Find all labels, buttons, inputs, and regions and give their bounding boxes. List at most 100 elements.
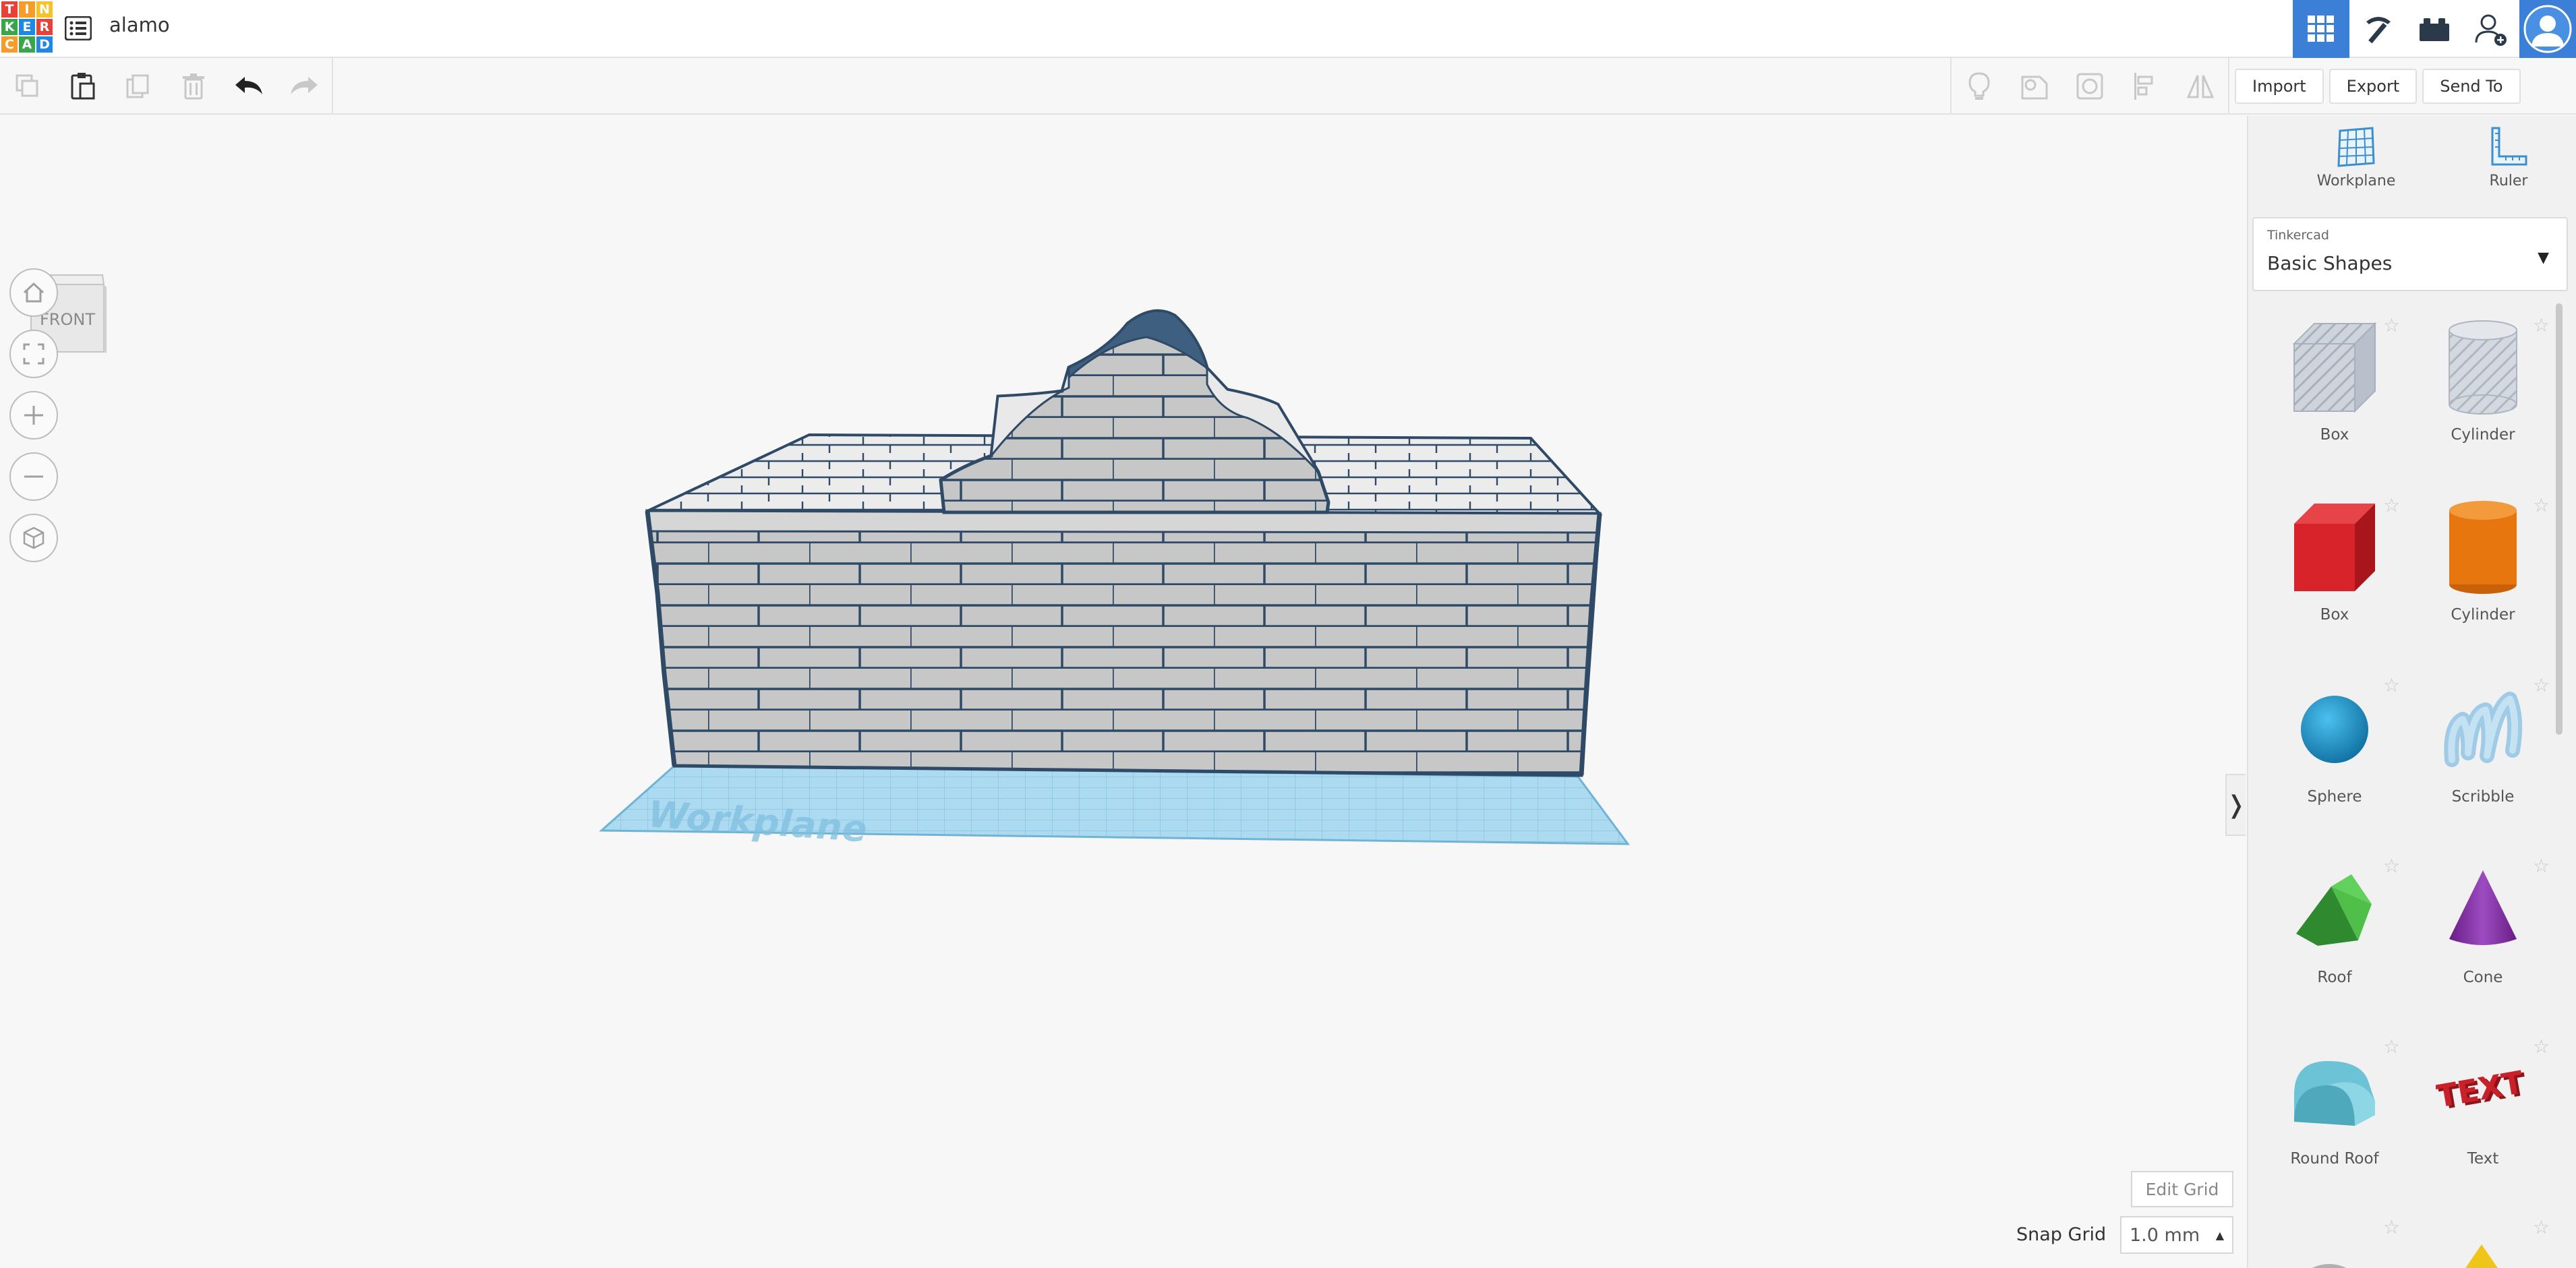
top-nav xyxy=(2293,0,2576,58)
pyramid-icon xyxy=(2465,1244,2498,1268)
brick-icon xyxy=(2420,18,2449,41)
profile-avatar[interactable] xyxy=(2519,0,2576,58)
favorite-star-icon[interactable]: ☆ xyxy=(2383,674,2400,696)
shape-cone[interactable]: Cone xyxy=(2416,853,2550,1021)
shapes-panel: Workplane Ruler Tinkercad Basic Shapes ▼ xyxy=(2247,116,2576,1268)
favorite-star-icon[interactable]: ☆ xyxy=(2383,314,2400,336)
alamo-wall-model[interactable] xyxy=(645,309,1603,777)
fit-view-icon xyxy=(23,343,45,365)
design-list-button[interactable] xyxy=(62,12,94,44)
logo-letter: N xyxy=(36,1,53,18)
3d-design-view-button[interactable] xyxy=(2293,0,2349,58)
shape-box-hole[interactable]: Box xyxy=(2267,310,2402,479)
perspective-toggle-button[interactable] xyxy=(9,514,58,562)
favorite-star-icon[interactable]: ☆ xyxy=(2383,494,2400,516)
bricks-view-button[interactable] xyxy=(2406,0,2463,58)
text-shape-icon: TEXT TEXT xyxy=(2436,1064,2529,1117)
shape-label: Text xyxy=(2467,1150,2499,1168)
cylinder-icon xyxy=(2449,501,2517,594)
copy-icon xyxy=(16,74,38,97)
favorite-star-icon[interactable]: ☆ xyxy=(2383,855,2400,877)
align-icon xyxy=(2134,73,2153,100)
shape-label: Round Roof xyxy=(2290,1150,2379,1168)
duplicate-icon xyxy=(126,74,149,98)
panel-collapse-button[interactable]: ❭ xyxy=(2225,774,2246,836)
workplane-tool[interactable]: Workplane xyxy=(2302,125,2410,206)
tinkercad-logo[interactable]: TIN KER CAD xyxy=(1,1,53,53)
shape-roof[interactable]: Roof xyxy=(2267,853,2402,1021)
ruler-tool-label: Ruler xyxy=(2489,173,2528,189)
list-icon xyxy=(65,16,92,40)
mirror-icon xyxy=(2186,75,2215,98)
snap-grid-value: 1.0 mm xyxy=(2130,1224,2200,1246)
redo-button[interactable] xyxy=(276,58,332,115)
shape-scribble[interactable]: Scribble xyxy=(2416,672,2550,841)
fit-view-button[interactable] xyxy=(9,330,58,378)
caret-down-icon: ▼ xyxy=(2538,249,2549,266)
delete-button[interactable] xyxy=(166,58,221,115)
undo-button[interactable] xyxy=(221,58,276,115)
box-icon xyxy=(2294,504,2375,591)
top-bar: TIN KER CAD alamo xyxy=(0,0,2576,58)
paste-button[interactable] xyxy=(55,58,111,115)
mirror-button[interactable] xyxy=(2173,58,2228,115)
logo-letter: I xyxy=(19,1,35,18)
perspective-icon xyxy=(23,526,45,549)
add-user-button[interactable] xyxy=(2463,0,2519,58)
shape-sphere[interactable]: Sphere xyxy=(2267,672,2402,841)
svg-text:TEXT: TEXT xyxy=(2436,1064,2526,1115)
logo-letter: R xyxy=(36,19,53,35)
library-name: Basic Shapes xyxy=(2267,252,2393,274)
toolbar-divider xyxy=(2228,58,2229,115)
zoom-out-button[interactable] xyxy=(9,452,58,501)
shape-note-icon xyxy=(2021,76,2048,100)
panel-scrollbar[interactable] xyxy=(2556,303,2563,735)
view-cube-face-label: FRONT xyxy=(40,310,95,329)
toolbar-divider xyxy=(332,58,333,115)
library-provider: Tinkercad xyxy=(2267,228,2329,243)
partial-shape-icon xyxy=(2312,1264,2347,1268)
shape-label: Sphere xyxy=(2307,788,2362,806)
favorite-star-icon[interactable]: ☆ xyxy=(2533,1216,2550,1238)
import-button[interactable]: Import xyxy=(2235,69,2324,104)
scribble-icon xyxy=(2444,692,2523,767)
ruler-tool[interactable]: Ruler xyxy=(2455,125,2563,206)
snap-grid-select[interactable]: 1.0 mm ▲ xyxy=(2120,1216,2233,1254)
favorite-star-icon[interactable]: ☆ xyxy=(2533,494,2550,516)
shape-cylinder[interactable]: Cylinder xyxy=(2416,490,2550,659)
build-view-button[interactable] xyxy=(2349,0,2406,58)
light-icon xyxy=(1968,72,1990,100)
shape-library-dropdown[interactable]: Tinkercad Basic Shapes ▼ xyxy=(2252,217,2568,291)
duplicate-button[interactable] xyxy=(111,58,166,115)
note-button[interactable] xyxy=(2007,58,2062,115)
grid-icon xyxy=(2308,16,2334,42)
align-button[interactable] xyxy=(2117,58,2173,115)
shape-round-roof[interactable]: Round Roof xyxy=(2267,1034,2402,1203)
edit-grid-button[interactable]: Edit Grid xyxy=(2131,1171,2233,1207)
favorite-star-icon[interactable]: ☆ xyxy=(2533,674,2550,696)
send-to-button[interactable]: Send To xyxy=(2422,69,2521,104)
shape-label: Box xyxy=(2320,426,2349,444)
shape-cylinder-hole[interactable]: Cylinder xyxy=(2416,310,2550,479)
favorite-star-icon[interactable]: ☆ xyxy=(2533,855,2550,877)
cone-icon xyxy=(2449,870,2517,945)
shape-box[interactable]: Box xyxy=(2267,490,2402,659)
trash-icon xyxy=(183,73,204,100)
copy-button[interactable] xyxy=(0,58,55,115)
light-button[interactable] xyxy=(1952,58,2007,115)
export-button[interactable]: Export xyxy=(2329,69,2418,104)
home-view-button[interactable] xyxy=(9,268,58,317)
design-title[interactable]: alamo xyxy=(109,13,170,36)
3d-viewport[interactable]: Workplane FRONT ❭ xyxy=(0,116,2246,1268)
logo-letter: T xyxy=(1,1,18,18)
box-hole-icon xyxy=(2292,322,2377,413)
favorite-star-icon[interactable]: ☆ xyxy=(2533,1035,2550,1058)
favorite-star-icon[interactable]: ☆ xyxy=(2383,1216,2400,1238)
shape-text[interactable]: TEXT TEXT Text xyxy=(2416,1034,2550,1203)
group-button[interactable] xyxy=(2062,58,2117,115)
edit-actions xyxy=(0,58,333,115)
favorite-star-icon[interactable]: ☆ xyxy=(2533,314,2550,336)
add-user-icon xyxy=(2475,14,2507,46)
favorite-star-icon[interactable]: ☆ xyxy=(2383,1035,2400,1058)
zoom-in-button[interactable] xyxy=(9,391,58,440)
